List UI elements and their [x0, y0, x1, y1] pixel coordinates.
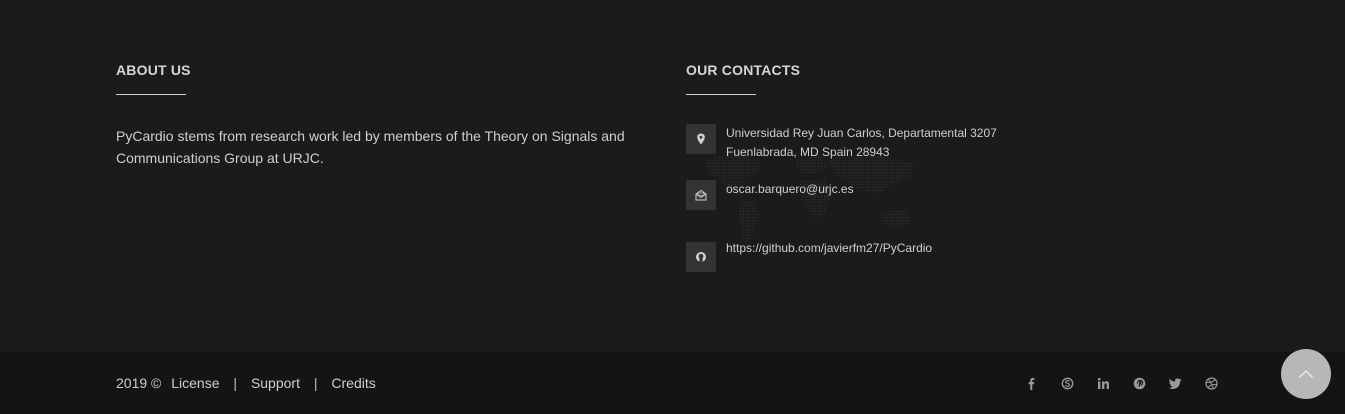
separator: |	[233, 375, 238, 391]
copyright-line: 2019 © License | Support | Credits	[116, 375, 376, 391]
footer-top: ABOUT US PyCardio stems from research wo…	[0, 0, 1345, 352]
license-link[interactable]: License	[171, 375, 219, 391]
linkedin-icon[interactable]	[1094, 376, 1112, 390]
contacts-section: OUR CONTACTS Universidad Rey Juan Carlos…	[686, 62, 1106, 272]
email-link[interactable]: oscar.barquero@urjc.es	[726, 180, 854, 199]
envelope-icon	[686, 180, 716, 210]
github-icon	[686, 242, 716, 272]
separator: |	[313, 375, 318, 391]
address-line-2: Fuenlabrada, MD Spain 28943	[726, 145, 890, 159]
world-map-decoration	[705, 154, 915, 245]
github-link[interactable]: https://github.com/javierfm27/PyCardio	[726, 239, 932, 258]
address-line-1: Universidad Rey Juan Carlos, Departament…	[726, 126, 997, 140]
skype-icon[interactable]	[1058, 376, 1076, 390]
support-link[interactable]: Support	[251, 375, 300, 391]
dribbble-icon[interactable]	[1202, 376, 1220, 390]
copyright-text: 2019 ©	[116, 375, 162, 391]
about-text: PyCardio stems from research work led by…	[116, 128, 625, 166]
footer-bottom-bar: 2019 © License | Support | Credits	[0, 352, 1345, 414]
about-heading-underline	[116, 94, 186, 95]
chevron-up-icon	[1299, 370, 1313, 378]
social-links	[1022, 376, 1238, 390]
scroll-to-top-button[interactable]	[1281, 349, 1331, 399]
credits-link[interactable]: Credits	[331, 375, 375, 391]
pinterest-icon[interactable]	[1130, 376, 1148, 390]
contacts-heading-underline	[686, 94, 756, 95]
map-pin-icon	[686, 124, 716, 154]
about-heading: ABOUT US	[116, 62, 191, 78]
facebook-icon[interactable]	[1022, 376, 1040, 390]
twitter-icon[interactable]	[1166, 376, 1184, 390]
contacts-heading: OUR CONTACTS	[686, 62, 801, 78]
address-text: Universidad Rey Juan Carlos, Departament…	[726, 124, 997, 162]
about-section: ABOUT US PyCardio stems from research wo…	[116, 62, 656, 169]
